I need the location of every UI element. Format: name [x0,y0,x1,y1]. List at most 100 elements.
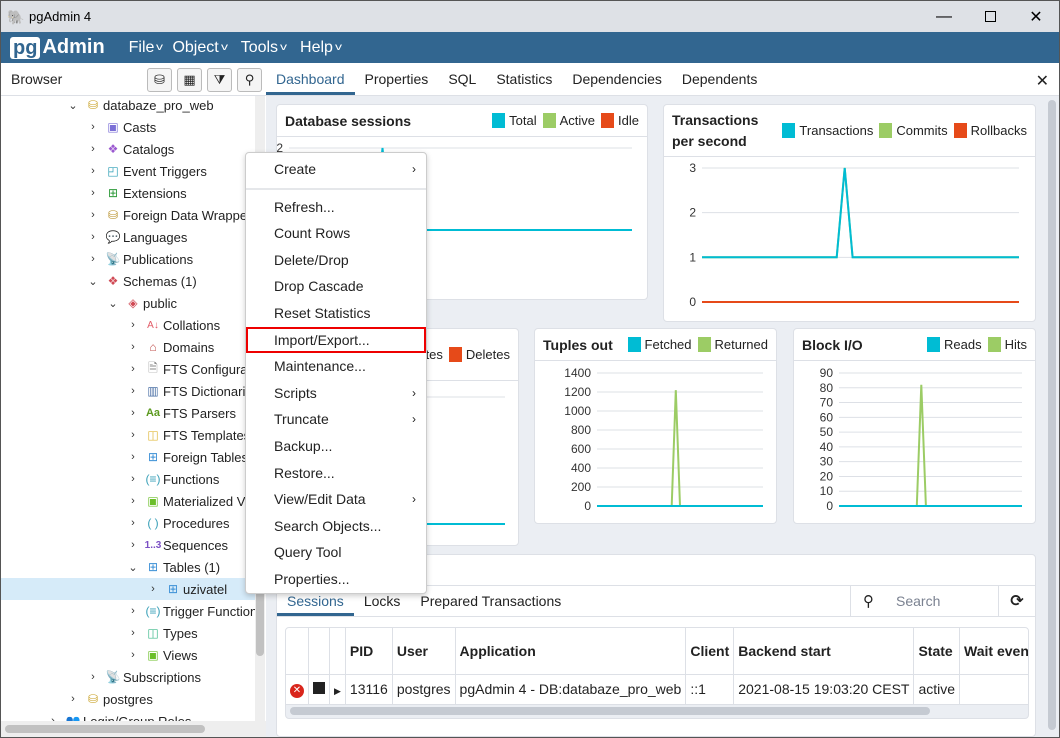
menu-object[interactable]: Object v [172,39,227,57]
context-menu-item-count-rows[interactable]: Count Rows [246,220,426,246]
context-menu-item-restore[interactable]: Restore... [246,460,426,486]
chevron-right-icon[interactable]: › [127,495,139,507]
chevron-right-icon[interactable]: › [127,363,139,375]
col-client[interactable]: Client [685,628,735,675]
chevron-right-icon[interactable]: › [127,473,139,485]
col-state[interactable]: State [913,628,961,675]
chevron-right-icon[interactable]: › [127,451,139,463]
tree-node-collations[interactable]: › A↓ Collations [127,314,220,336]
chevron-right-icon[interactable]: › [67,693,79,705]
tree-node-catalogs[interactable]: › ❖ Catalogs [87,138,174,160]
tree-node-login-group-roles[interactable]: › 👥 Login/Group Roles [47,710,191,722]
context-menu-item-delete-drop[interactable]: Delete/Drop [246,247,426,273]
tab-sql[interactable]: SQL [438,71,486,95]
tree-node-foreign-data-wrappers[interactable]: › ⛁ Foreign Data Wrappers [87,204,258,226]
tab-dependents[interactable]: Dependents [672,71,768,95]
context-menu-item-maintenance[interactable]: Maintenance... [246,353,426,379]
tab-locks[interactable]: Locks [354,593,411,616]
context-menu-item-query-tool[interactable]: Query Tool [246,539,426,565]
chevron-right-icon[interactable]: › [127,341,139,353]
view-data-button[interactable]: ▦ [177,68,202,92]
context-menu-item-backup[interactable]: Backup... [246,433,426,459]
chevron-right-icon[interactable]: › [87,165,99,177]
tab-sessions[interactable]: Sessions [277,593,354,616]
chevron-down-icon[interactable]: ⌄ [67,99,79,112]
chevron-right-icon[interactable]: › [127,407,139,419]
tree-node-subscriptions[interactable]: › 📡 Subscriptions [87,666,201,688]
chevron-right-icon[interactable]: › [127,627,139,639]
tab-dependencies[interactable]: Dependencies [562,71,672,95]
chevron-right-icon[interactable]: › [127,605,139,617]
tree-node-functions[interactable]: › (≡) Functions [127,468,219,490]
context-menu-item-import-export[interactable]: Import/Export... [246,327,426,353]
tree-node-extensions[interactable]: › ⊞ Extensions [87,182,186,204]
chevron-right-icon[interactable]: › [127,385,139,397]
chevron-right-icon[interactable]: › [87,231,99,243]
context-menu-item-properties[interactable]: Properties... [246,566,426,592]
tree-node-types[interactable]: › ◫ Types [127,622,198,644]
refresh-button[interactable]: ⟳ [998,585,1035,617]
chevron-right-icon[interactable]: › [87,187,99,199]
tree-node-fts-dictionaries[interactable]: › ▥ FTS Dictionaries [127,380,259,402]
tab-dashboard[interactable]: Dashboard [266,71,355,95]
menu-tools[interactable]: Tools v [241,39,287,57]
chevron-right-icon[interactable]: › [87,143,99,155]
context-menu-item-search-objects[interactable]: Search Objects... [246,513,426,539]
col-user[interactable]: User [392,628,456,675]
chevron-down-icon[interactable]: ⌄ [107,297,119,310]
chevron-right-icon[interactable]: › [87,121,99,133]
tree-node-trigger-functions[interactable]: › (≡) Trigger Functions [127,600,264,622]
menu-help[interactable]: Help v [300,39,342,57]
chevron-right-icon[interactable]: › [127,539,139,551]
tree-node-databaze_pro_web[interactable]: ⌄ ⛁ databaze_pro_web [67,96,213,116]
dashboard-vertical-scrollbar[interactable] [1046,96,1059,737]
tree-node-fts-parsers[interactable]: › Aa FTS Parsers [127,402,236,424]
query-tool-button[interactable]: ⛁ [147,68,172,92]
context-menu-item-drop-cascade[interactable]: Drop Cascade [246,273,426,299]
context-menu-item-scripts[interactable]: Scripts › [246,380,426,406]
scrollbar-thumb[interactable] [1048,100,1056,730]
col-application[interactable]: Application [455,628,687,675]
chevron-right-icon[interactable]: › [127,649,139,661]
expand-row-button[interactable]: ▶ [329,674,346,705]
close-window-button[interactable]: ✕ [1013,1,1059,32]
tree-node-views[interactable]: › ▣ Views [127,644,197,666]
tab-statistics[interactable]: Statistics [486,71,562,95]
tree-node-public[interactable]: ⌄ ◈ public [107,292,177,314]
chevron-down-icon[interactable]: ⌄ [127,561,139,574]
filtered-rows-button[interactable]: ⧩ [207,68,232,92]
close-panel-icon[interactable]: ✕ [1036,71,1049,91]
chevron-right-icon[interactable]: › [87,253,99,265]
chevron-right-icon[interactable]: › [87,209,99,221]
tree-node-procedures[interactable]: ›( ) Procedures [127,512,229,534]
maximize-button[interactable] [967,1,1013,32]
tree-node-schemas[interactable]: ⌄ ❖ Schemas (1) [87,270,196,292]
col-pid[interactable]: PID [345,628,393,675]
tree-node-event-triggers[interactable]: › ◰ Event Triggers [87,160,207,182]
tree-node-foreign-tables[interactable]: › ⊞ Foreign Tables [127,446,248,468]
browser-horizontal-scrollbar[interactable] [1,721,266,737]
context-menu-item-refresh[interactable]: Refresh... [246,194,426,220]
chevron-down-icon[interactable]: ⌄ [87,275,99,288]
tree-node-sequences[interactable]: › 1..3 Sequences [127,534,228,556]
terminate-session-button[interactable]: ✕ [286,674,309,705]
context-menu-item-reset-statistics[interactable]: Reset Statistics [246,300,426,326]
scrollbar-thumb[interactable] [5,725,205,733]
chevron-right-icon[interactable]: › [127,517,139,529]
col-wait-event[interactable]: Wait event [959,628,1028,675]
context-menu-item-view-edit-data[interactable]: View/Edit Data › [246,486,426,512]
chevron-right-icon[interactable]: › [127,319,139,331]
search-input[interactable]: Search [896,593,940,609]
tab-properties[interactable]: Properties [355,71,439,95]
tree-node-postgres[interactable]: › ⛁ postgres [67,688,153,710]
search-objects-button[interactable]: ⚲ [237,68,262,92]
chevron-right-icon[interactable]: › [147,583,159,595]
chevron-right-icon[interactable]: › [87,671,99,683]
tree-node-languages[interactable]: › 💬 Languages [87,226,187,248]
chevron-right-icon[interactable]: › [127,429,139,441]
tree-node-tables[interactable]: ⌄ ⊞ Tables (1) [127,556,220,578]
col-backend-start[interactable]: Backend start [733,628,915,675]
tree-node-publications[interactable]: › 📡 Publications [87,248,193,270]
tree-node-casts[interactable]: › ▣ Casts [87,116,156,138]
sessions-search[interactable]: ⚲ Search [850,585,998,617]
